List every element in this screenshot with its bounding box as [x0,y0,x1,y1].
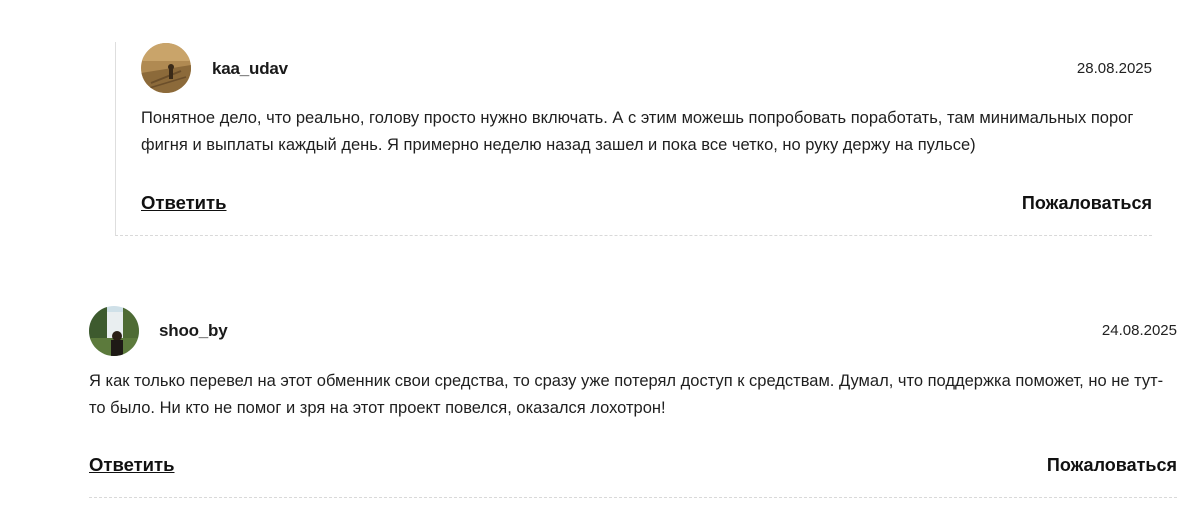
avatar[interactable] [141,43,191,93]
reply-link[interactable]: Ответить [141,192,227,214]
comment-author: shoo_by [159,321,228,340]
complain-link[interactable]: Пожаловаться [1047,455,1177,476]
comment: shoo_by 24.08.2025 Я как только перевел … [89,305,1177,498]
avatar-image [141,43,191,93]
comment-date: 24.08.2025 [1101,322,1177,339]
avatar-image [89,306,139,356]
comment-date: 28.08.2025 [1076,60,1152,77]
comment-text: Понятное дело, что реально, голову прост… [141,109,1134,154]
avatar[interactable] [89,306,139,356]
reply-link[interactable]: Ответить [89,454,175,476]
comment-text: Я как только перевел на этот обменник св… [89,372,1164,417]
comment-author: kaa_udav [212,59,288,78]
comment-reply: kaa_udav 28.08.2025 Понятное дело, что р… [115,42,1152,236]
complain-link[interactable]: Пожаловаться [1022,193,1152,214]
